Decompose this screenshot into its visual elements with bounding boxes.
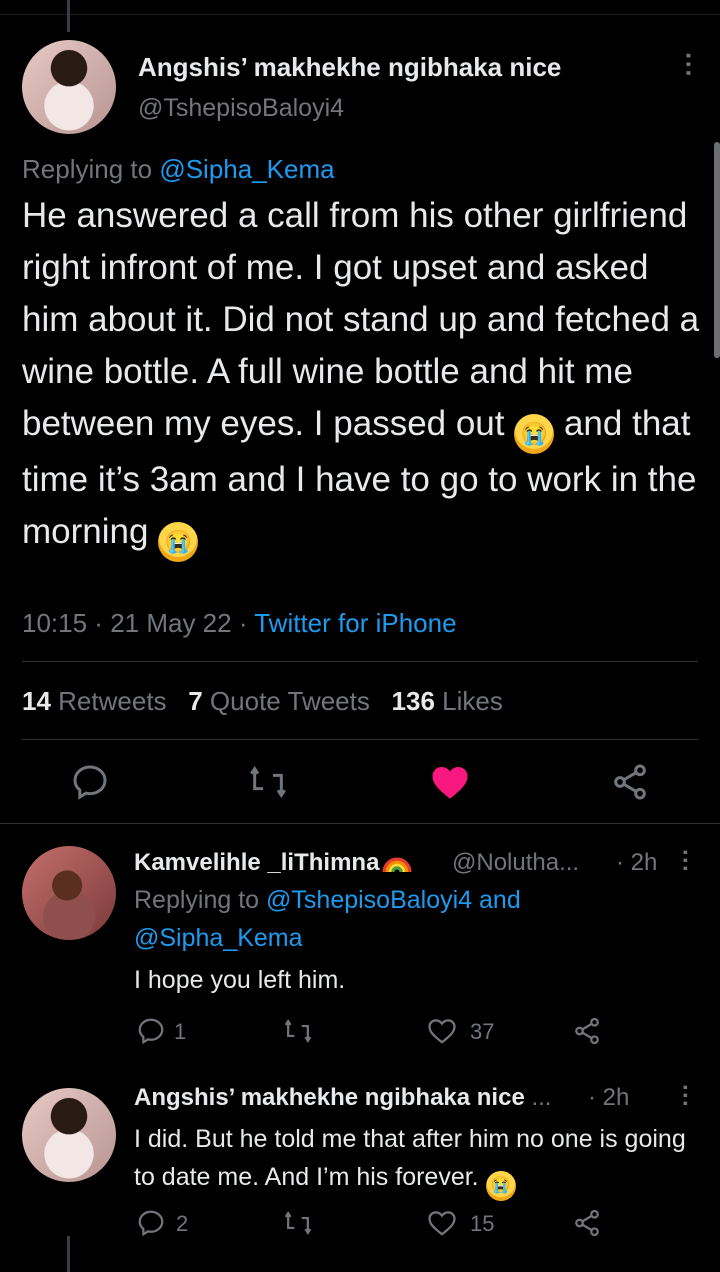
retweet-icon[interactable] — [246, 762, 290, 802]
share-icon[interactable] — [572, 1208, 602, 1238]
tweet-time: 10:15 — [22, 608, 88, 638]
more-vertical-icon[interactable]: ··· — [671, 849, 698, 873]
like-count: 15 — [470, 1211, 495, 1236]
crying-emoji: 😭 — [158, 522, 199, 562]
crying-emoji: 😭 — [514, 414, 555, 454]
avatar[interactable] — [22, 846, 116, 940]
reply-time[interactable]: · 2h — [588, 1084, 629, 1112]
replying-label: Replying to — [22, 154, 153, 184]
crying-emoji: 😭 — [485, 1171, 516, 1201]
thread-line-bottom — [67, 1236, 70, 1272]
replying-to: Replying to @Sipha_Kema — [22, 154, 335, 185]
reply-icon[interactable] — [70, 762, 110, 802]
replying-to-link[interactable]: @Sipha_Kema — [134, 924, 303, 953]
heart-icon[interactable] — [427, 1208, 457, 1238]
retweet-icon[interactable] — [282, 1016, 314, 1046]
retweets-stat[interactable]: 14 Retweets — [22, 686, 167, 716]
top-divider — [0, 14, 720, 15]
tweet-date: 21 May 22 — [110, 608, 232, 638]
tweet-meta: 10:15 · 21 May 22 · Twitter for iPhone — [22, 608, 457, 638]
scrollbar[interactable] — [714, 142, 720, 358]
replying-to-link[interactable]: @TshepisoBaloyi4 — [266, 886, 472, 914]
reply-icon[interactable] — [136, 1208, 166, 1238]
reply-author-name[interactable]: Angshis’ makhekhe ngibhaka nice ... — [134, 1084, 551, 1112]
divider — [0, 823, 720, 824]
tweet-stats: 14 Retweets 7 Quote Tweets 136 Likes — [22, 686, 503, 717]
replying-to-link[interactable]: @Sipha_Kema — [159, 154, 334, 184]
reply-icon[interactable] — [136, 1016, 166, 1046]
reply-author-handle[interactable]: @Nolutha... — [452, 849, 579, 877]
divider — [22, 661, 698, 662]
reply-time[interactable]: · 2h — [616, 849, 657, 877]
heart-icon[interactable] — [430, 763, 470, 801]
rainbow-icon — [382, 857, 412, 873]
quotes-stat[interactable]: 7 Quote Tweets — [188, 686, 370, 716]
likes-stat[interactable]: 136 Likes — [392, 686, 503, 716]
avatar[interactable] — [22, 1088, 116, 1182]
tweet-client[interactable]: Twitter for iPhone — [254, 608, 456, 638]
more-vertical-icon[interactable]: ··· — [674, 52, 704, 78]
author-name[interactable]: Angshis’ makhekhe ngibhaka nice — [138, 52, 561, 83]
heart-icon[interactable] — [427, 1016, 457, 1046]
author-handle[interactable]: @TshepisoBaloyi4 — [138, 94, 344, 123]
reply-count: 2 — [176, 1211, 189, 1236]
reply-text: I hope you left him. — [134, 966, 346, 994]
more-vertical-icon[interactable]: ··· — [671, 1084, 698, 1108]
replying-to: Replying to @TshepisoBaloyi4 and — [134, 886, 521, 914]
divider — [22, 739, 698, 740]
share-icon[interactable] — [572, 1016, 602, 1046]
reply-author-name[interactable]: Kamvelihle _liThimna — [134, 849, 413, 877]
tweet-text: He answered a call from his other girlfr… — [22, 190, 702, 562]
avatar[interactable] — [22, 40, 116, 134]
retweet-icon[interactable] — [282, 1208, 314, 1238]
like-count: 37 — [470, 1019, 495, 1044]
reply-text: I did. But he told me that after him no … — [134, 1120, 694, 1201]
thread-line-top — [67, 0, 70, 32]
reply-count: 1 — [174, 1019, 187, 1044]
share-icon[interactable] — [610, 762, 650, 802]
